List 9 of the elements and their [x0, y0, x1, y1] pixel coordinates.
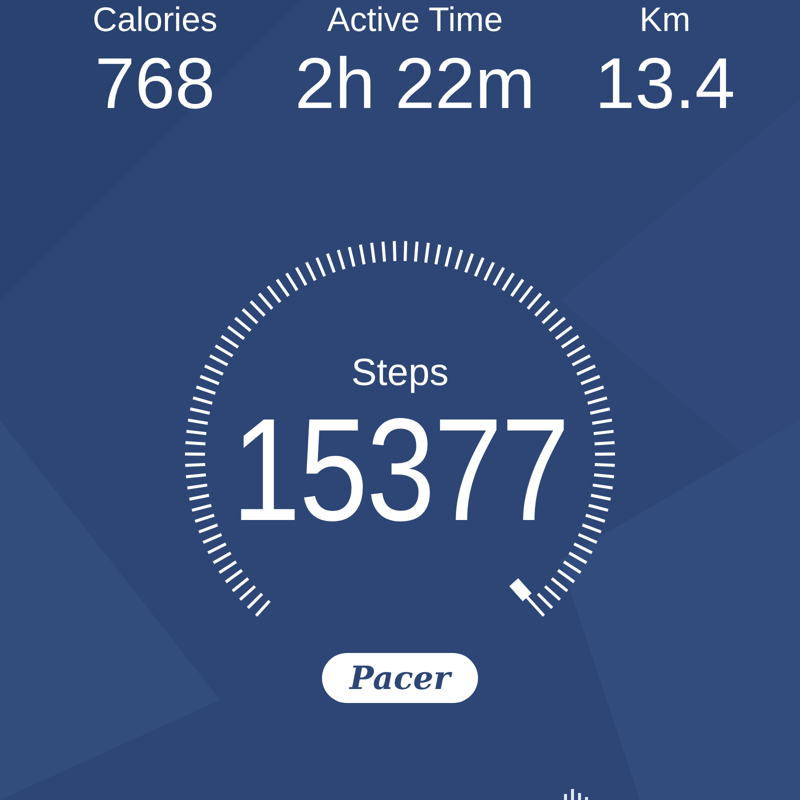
stat-value: 768 [94, 44, 216, 124]
stat-value: 13.4 [594, 44, 736, 124]
stat-label: Km [640, 0, 690, 40]
steps-count: 15377 [232, 395, 568, 545]
stat-label: Calories [92, 0, 218, 40]
stat-label: Active Time [327, 0, 503, 40]
stat-value: 2h 22m [294, 44, 536, 124]
app-logo: Pacer [322, 653, 478, 703]
steps-label: Steps [351, 351, 449, 395]
